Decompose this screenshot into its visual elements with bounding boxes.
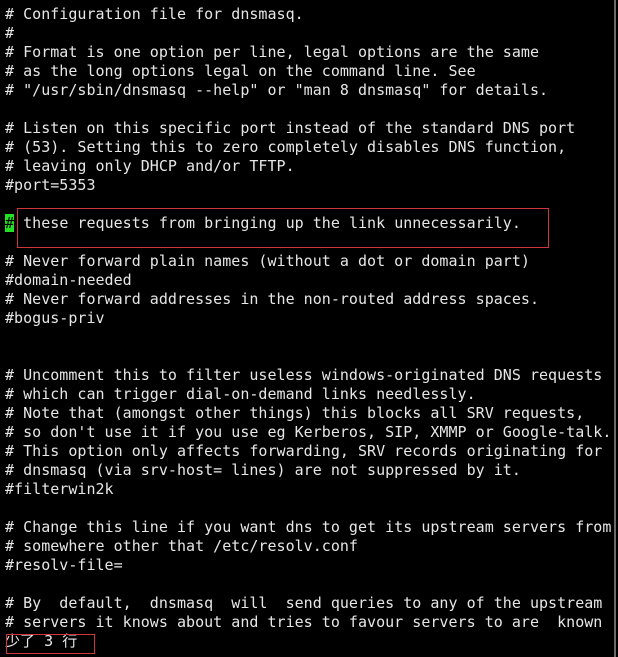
editor-line: # Change this line if you want dns to ge…	[5, 518, 612, 536]
editor-line: # as the long options legal on the comma…	[5, 62, 476, 80]
editor-line: #filterwin2k	[5, 480, 114, 498]
editor-line: # Format is one option per line, legal o…	[5, 43, 539, 61]
highlight-box	[17, 208, 549, 248]
editor-line: # Uncomment this to filter useless windo…	[5, 366, 603, 384]
editor-line: #port=5353	[5, 176, 96, 194]
editor-line: # Never forward plain names (without a d…	[5, 252, 530, 270]
editor-line: #resolv-file=	[5, 556, 123, 574]
editor-line: # which can trigger dial-on-demand links…	[5, 385, 476, 403]
editor-line: #domain-needed	[5, 271, 132, 289]
status-highlight-box	[6, 634, 95, 654]
editor-line: # Listen on this specific port instead o…	[5, 119, 576, 137]
editor-line: # dnsmasq (via srv-host= lines) are not …	[5, 461, 521, 479]
editor-line: # Configuration file for dnsmasq.	[5, 5, 304, 23]
editor-line: # so don't use it if you use eg Kerberos…	[5, 423, 612, 441]
editor-line: # (53). Setting this to zero completely …	[5, 138, 567, 156]
editor-line: # Never forward addresses in the non-rou…	[5, 290, 539, 308]
terminal-vim-editor[interactable]: # Configuration file for dnsmasq. # # Form…	[0, 0, 616, 657]
editor-line: # servers it knows about and tries to fa…	[5, 613, 603, 631]
text-cursor: #	[5, 214, 15, 232]
editor-line: # somewhere other that /etc/resolv.conf	[5, 537, 358, 555]
editor-line: #	[5, 24, 15, 42]
editor-line: # "/usr/sbin/dnsmasq --help" or "man 8 d…	[5, 81, 549, 99]
editor-line: # By default, dnsmasq will send queries …	[5, 594, 603, 612]
editor-line: # This option only affects forwarding, S…	[5, 442, 603, 460]
editor-line: #bogus-priv	[5, 309, 105, 327]
editor-line: # Note that (amongst other things) this …	[5, 404, 585, 422]
editor-line: # leaving only DHCP and/or TFTP.	[5, 157, 295, 175]
